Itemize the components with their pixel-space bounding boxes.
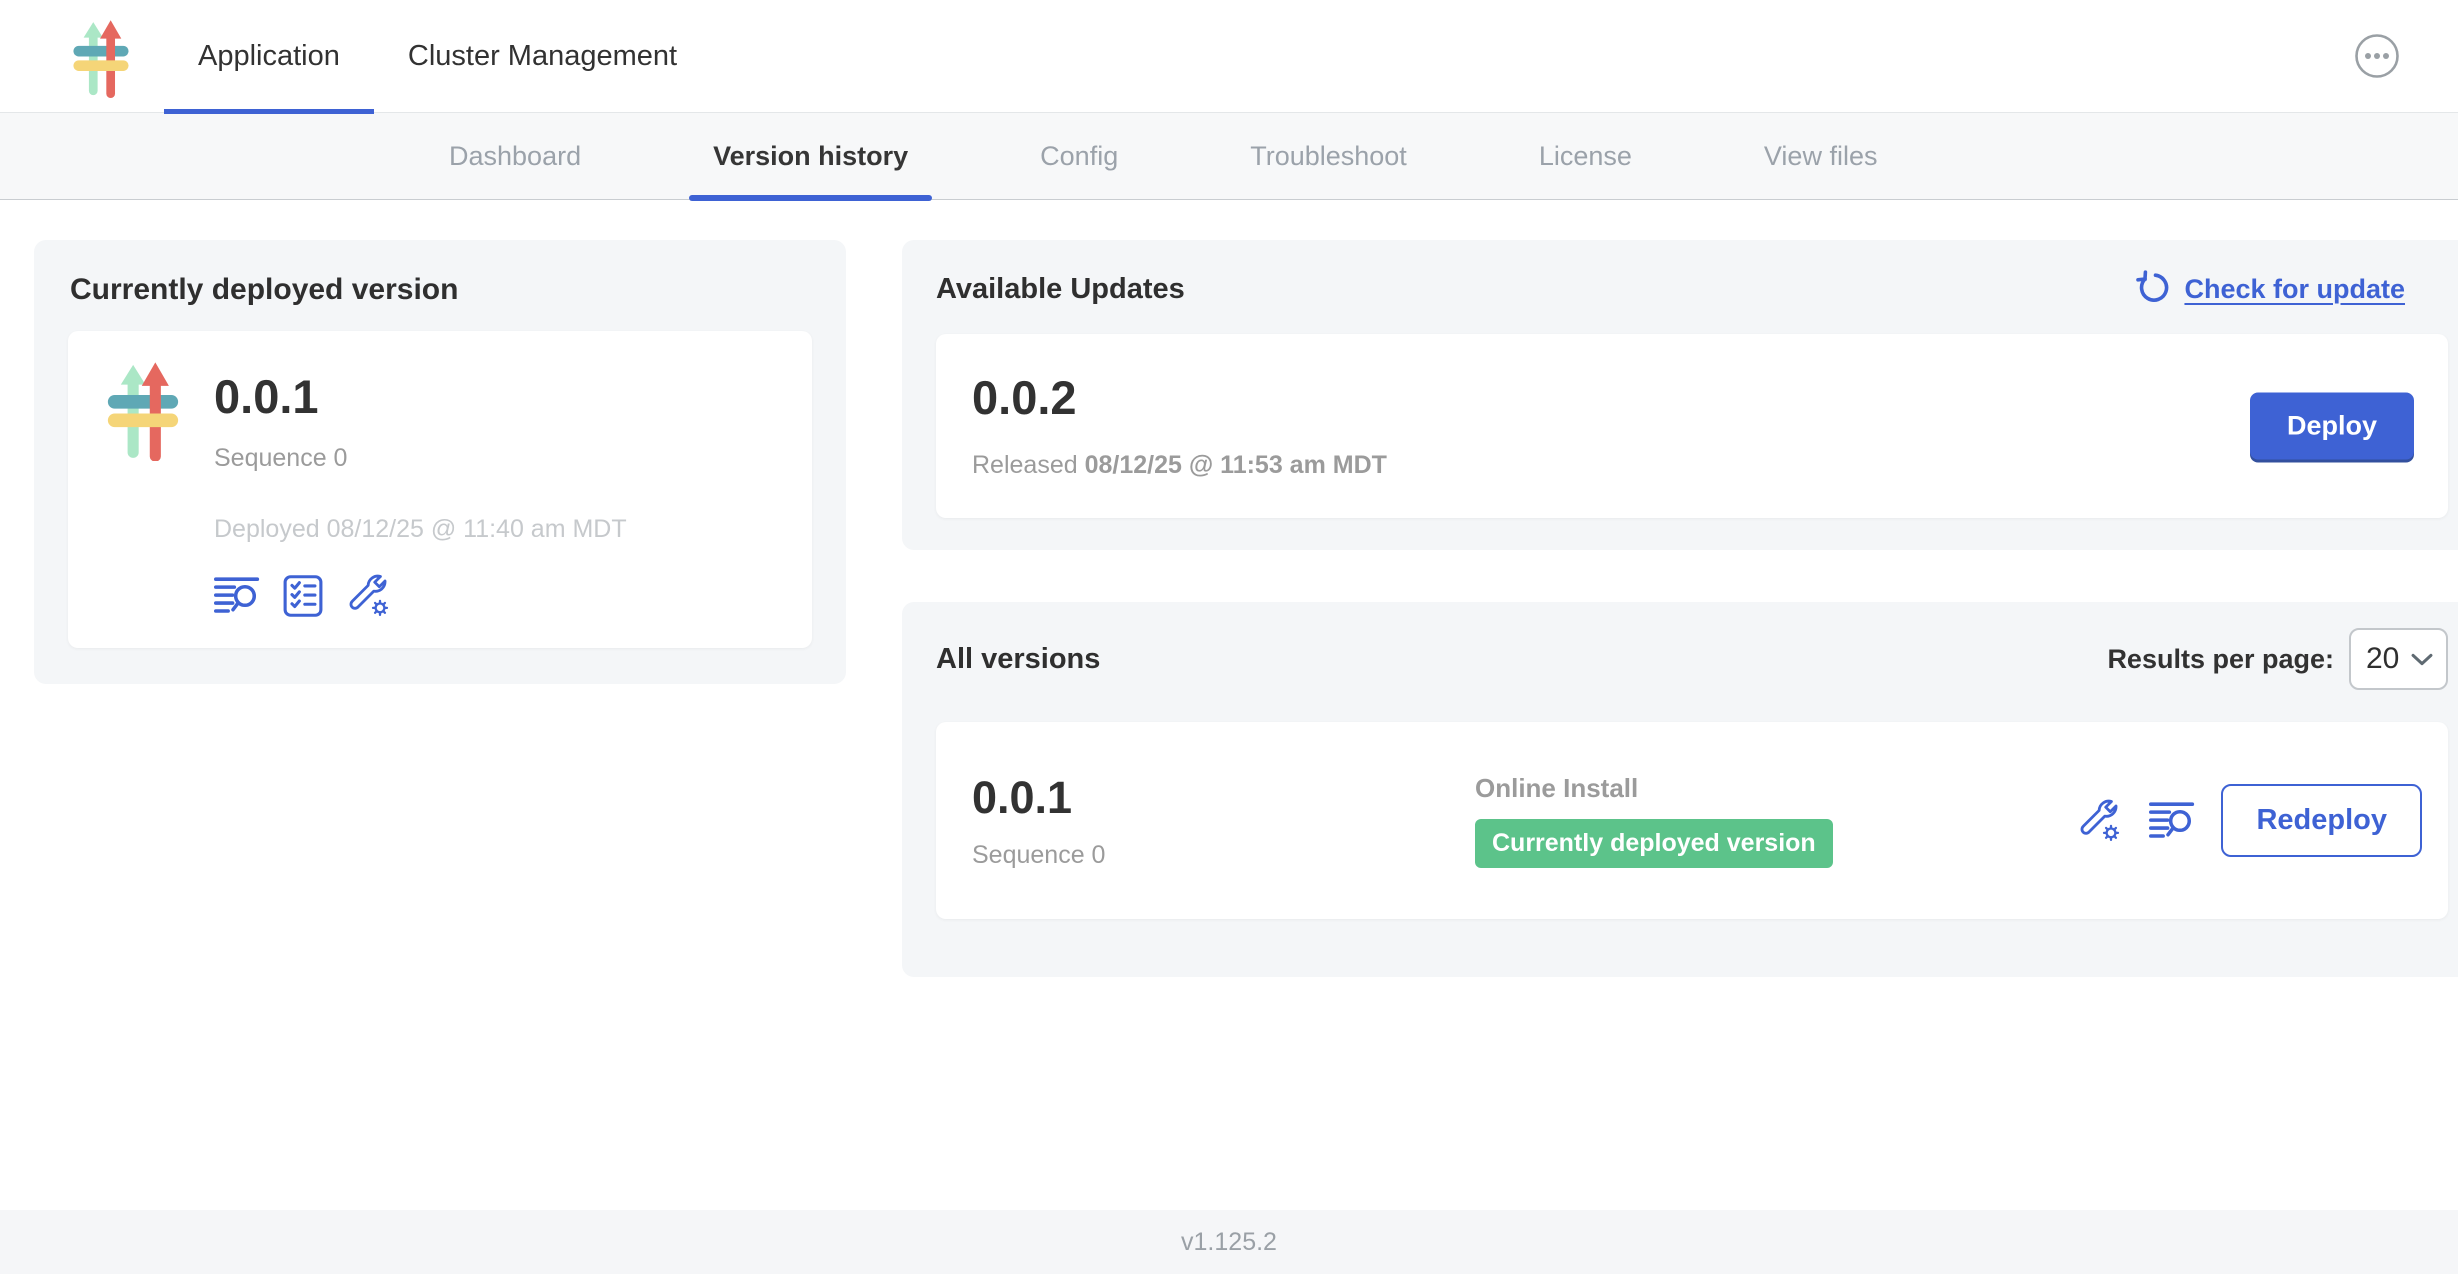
right-column: Available Updates Check for update 0.0.2… [902, 240, 2458, 977]
all-versions-title: All versions [936, 643, 1100, 676]
refresh-icon [2133, 270, 2171, 308]
version-row-status: Online Install Currently deployed versio… [1475, 773, 1833, 868]
app-logo[interactable] [72, 13, 130, 99]
results-per-page-value: 20 [2366, 642, 2399, 676]
tab-version-history[interactable]: Version history [689, 113, 932, 200]
deploy-button[interactable]: Deploy [2250, 393, 2414, 460]
tab-troubleshoot[interactable]: Troubleshoot [1226, 113, 1431, 200]
console-version-label: v1.125.2 [1181, 1228, 1277, 1257]
tab-application[interactable]: Application [164, 0, 374, 113]
deployed-version-number: 0.0.1 [214, 369, 627, 424]
deploy-logs-icon[interactable] [214, 574, 260, 618]
row-version-number: 0.0.1 [972, 772, 1475, 824]
tab-license[interactable]: License [1515, 113, 1656, 200]
row-sequence-label: Sequence 0 [972, 841, 1475, 870]
install-type-label: Online Install [1475, 773, 1638, 804]
tab-view-files[interactable]: View files [1740, 113, 1902, 200]
version-row-info: 0.0.1 Sequence 0 [972, 772, 1475, 870]
currently-deployed-title: Currently deployed version [70, 273, 812, 307]
version-row-actions: Redeploy [2077, 784, 2422, 857]
main-content: Currently deployed version [0, 200, 2458, 1210]
check-for-update-label: Check for update [2184, 274, 2405, 305]
app-logo-icon [72, 13, 130, 99]
tab-config[interactable]: Config [1016, 113, 1142, 200]
edit-config-icon[interactable] [346, 574, 392, 618]
tab-cluster-management[interactable]: Cluster Management [374, 0, 711, 113]
admin-console: Application Cluster Management Dashboard… [0, 0, 2458, 1274]
currently-deployed-panel: Currently deployed version [34, 240, 846, 684]
check-for-update-link[interactable]: Check for update [2133, 270, 2405, 308]
version-row: 0.0.1 Sequence 0 Online Install Currentl… [936, 722, 2448, 919]
available-updates-title: Available Updates [936, 273, 1185, 306]
app-subnav: Dashboard Version history Config Trouble… [0, 113, 2458, 200]
edit-config-icon[interactable] [2077, 799, 2123, 843]
deploy-logs-icon[interactable] [2149, 799, 2195, 843]
redeploy-button[interactable]: Redeploy [2221, 784, 2422, 857]
chevron-down-icon [2411, 653, 2433, 666]
deployed-sequence-label: Sequence 0 [214, 444, 627, 473]
results-per-page-select[interactable]: 20 [2349, 628, 2448, 690]
app-icon [96, 355, 190, 461]
tab-dashboard[interactable]: Dashboard [425, 113, 605, 200]
available-updates-panel: Available Updates Check for update 0.0.2… [902, 240, 2458, 550]
all-versions-panel: All versions Results per page: 20 0.0 [902, 602, 2458, 977]
top-navbar: Application Cluster Management [0, 0, 2458, 113]
released-timestamp: Released 08/12/25 @ 11:53 am MDT [972, 451, 2228, 480]
update-version-number: 0.0.2 [972, 370, 2228, 425]
preflight-checks-icon[interactable] [280, 574, 326, 618]
ellipsis-icon [2354, 33, 2400, 79]
results-per-page-label: Results per page: [2107, 644, 2334, 675]
currently-deployed-badge: Currently deployed version [1475, 819, 1833, 868]
deployed-version-card: 0.0.1 Sequence 0 Deployed 08/12/25 @ 11:… [68, 331, 812, 648]
results-per-page: Results per page: 20 [2107, 628, 2448, 690]
available-update-card: 0.0.2 Released 08/12/25 @ 11:53 am MDT D… [936, 334, 2448, 518]
deployed-version-details: 0.0.1 Sequence 0 Deployed 08/12/25 @ 11:… [214, 355, 627, 618]
deployed-version-actions [214, 574, 627, 618]
footer: v1.125.2 [0, 1210, 2458, 1274]
deployed-timestamp: Deployed 08/12/25 @ 11:40 am MDT [214, 515, 627, 544]
overflow-menu-button[interactable] [2354, 33, 2400, 79]
